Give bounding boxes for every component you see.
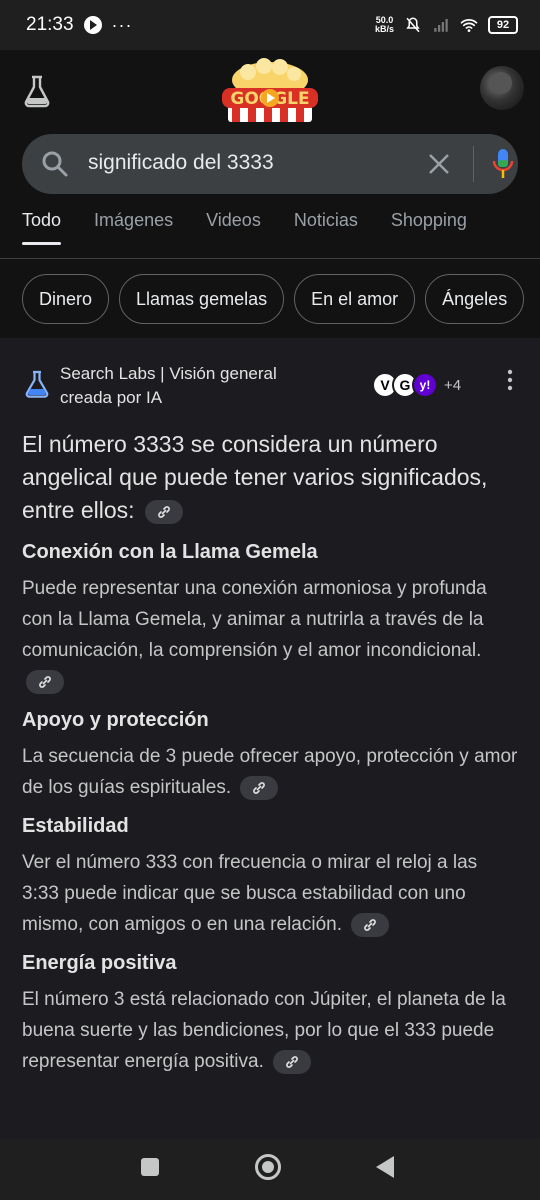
section-body-text: Ver el número 333 con frecuencia o mirar… [22, 852, 478, 935]
chip-angeles[interactable]: Ángeles [425, 274, 525, 324]
signal-icon [434, 19, 448, 32]
profile-avatar[interactable] [480, 66, 524, 110]
source-more-count[interactable]: +4 [444, 377, 461, 394]
link-icon [286, 1056, 299, 1068]
recents-button[interactable] [141, 1158, 159, 1176]
citation-link[interactable] [351, 912, 390, 937]
section-heading: Energía positiva [22, 952, 177, 974]
section-heading: Estabilidad [22, 815, 129, 837]
search-header: GOOGLE [0, 56, 540, 126]
chip-en-el-amor[interactable]: En el amor [294, 274, 416, 324]
citation-link[interactable] [273, 1049, 312, 1074]
chip-llamas-gemelas[interactable]: Llamas gemelas [119, 274, 285, 324]
link-icon [158, 506, 170, 518]
section-body-text: Puede representar una conexión armoniosa… [22, 578, 487, 661]
link-icon [39, 676, 51, 688]
search-bar[interactable]: significado del 3333 [22, 134, 518, 194]
system-nav-bar [0, 1138, 540, 1200]
source-favicon-yahoo[interactable]: y! [412, 372, 438, 398]
link-icon [253, 782, 266, 794]
section-body: La secuencia de 3 puede ofrecer apoyo, p… [22, 741, 518, 803]
section-body: El número 3 está relacionado con Júpiter… [22, 984, 518, 1077]
home-button[interactable] [255, 1154, 281, 1180]
tab-videos[interactable]: Videos [206, 210, 261, 245]
citation-link[interactable] [26, 669, 64, 694]
ai-overview-title: Search Labs | Visión general creada por … [60, 364, 277, 407]
ai-overview: Search Labs | Visión general creada por … [0, 338, 540, 1138]
tab-noticias[interactable]: Noticias [294, 210, 358, 245]
search-input[interactable]: significado del 3333 [88, 151, 274, 175]
tab-todo[interactable]: Todo [22, 210, 62, 245]
ai-overview-lead: El número 3333 se considera un número an… [22, 428, 518, 527]
source-favicons[interactable]: V G y! +4 [372, 372, 461, 398]
section-body: Puede representar una conexión armoniosa… [22, 573, 518, 697]
citation-link[interactable] [144, 499, 183, 524]
tabs-divider [0, 258, 540, 259]
section-heading: Conexión con la Llama Gemela [22, 541, 318, 563]
section-heading: Apoyo y protección [22, 709, 209, 731]
lead-text: El número 3333 se considera un número an… [22, 431, 488, 523]
search-divider [473, 146, 474, 182]
chip-dinero[interactable]: Dinero [22, 274, 110, 324]
mute-icon [406, 17, 420, 33]
tab-shopping[interactable]: Shopping [391, 210, 467, 245]
status-bar: 21:33 ··· 50.0 kB/s 92 [0, 0, 540, 50]
citation-link[interactable] [240, 775, 279, 800]
back-button[interactable] [376, 1156, 394, 1178]
link-icon [364, 919, 377, 931]
clear-icon[interactable] [426, 151, 452, 177]
refinement-chips: Dinero Llamas gemelas En el amor Ángeles [22, 274, 525, 324]
section-body: Ver el número 333 con frecuencia o mirar… [22, 847, 518, 940]
google-doodle-logo[interactable]: GOOGLE [218, 58, 322, 124]
more-notifications-icon: ··· [111, 14, 133, 35]
microphone-icon[interactable] [492, 147, 514, 181]
status-time: 21:33 [26, 14, 74, 35]
search-icon [42, 151, 68, 177]
search-tabs: Todo Imágenes Videos Noticias Shopping [22, 210, 500, 245]
labs-flask-icon[interactable] [22, 74, 52, 108]
ai-overview-content: El número 3333 se considera un número an… [22, 428, 518, 1085]
search-labs-icon [25, 370, 49, 398]
section-body-text: El número 3 está relacionado con Júpiter… [22, 989, 506, 1072]
wifi-icon [460, 19, 478, 32]
network-speed: 50.0 kB/s [375, 16, 394, 34]
network-speed-unit: kB/s [374, 24, 394, 34]
battery-icon: 92 [488, 16, 518, 34]
more-options-icon[interactable] [504, 368, 516, 392]
tab-imagenes[interactable]: Imágenes [94, 210, 173, 245]
app-notification-icon [83, 16, 102, 34]
ai-overview-header: Search Labs | Visión general creada por … [22, 360, 522, 416]
